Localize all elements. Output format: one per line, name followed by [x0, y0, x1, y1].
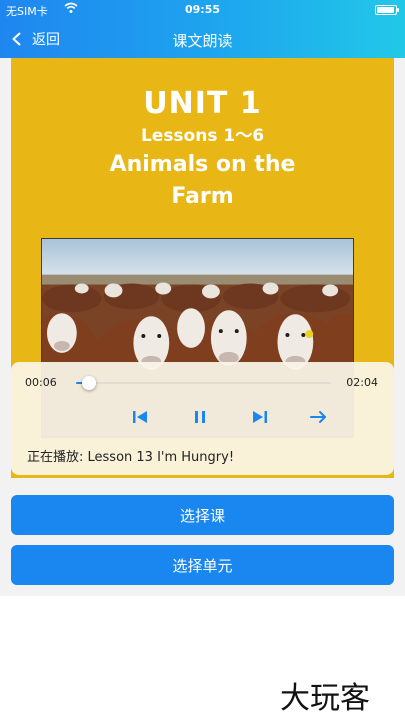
current-time: 00:06	[25, 376, 57, 389]
now-playing: 正在播放: Lesson 13 I'm Hungry!	[27, 450, 235, 465]
select-lesson-button[interactable]: 选择课	[11, 495, 394, 535]
duration-time: 02:04	[346, 376, 378, 389]
select-unit-button[interactable]: 选择单元	[11, 545, 394, 585]
loop-button[interactable]	[308, 406, 330, 428]
next-icon	[253, 411, 267, 423]
progress-slider[interactable]	[76, 376, 331, 390]
cover-title-line2: Farm	[171, 184, 234, 209]
navigation-bar: 返回 课文朗读	[0, 20, 405, 58]
pause-icon	[195, 411, 205, 423]
loop-arrow-icon	[310, 411, 326, 423]
slider-thumb[interactable]	[81, 376, 96, 390]
battery-level	[377, 7, 394, 13]
pause-button[interactable]	[189, 406, 211, 428]
cover-lessons: Lessons 1～6	[140, 126, 265, 146]
audio-player: 00:06 02:04 正在播放: Lesson 13 I'm Hungry!	[11, 362, 394, 475]
status-bar: 无SIM卡 09:55	[0, 0, 405, 20]
previous-button[interactable]	[129, 406, 151, 428]
page-title: 课文朗读	[172, 32, 233, 50]
next-button[interactable]	[249, 406, 271, 428]
cover-unit: UNIT 1	[143, 86, 262, 121]
battery-icon	[375, 5, 399, 15]
cover-title-line1: Animals on the	[109, 152, 296, 177]
previous-icon	[133, 411, 147, 423]
app-screen: 无SIM卡 09:55 返回 课文朗读 UNIT 1 Lessons 1～6 A…	[0, 0, 405, 720]
watermark-logo: 大玩客	[280, 681, 370, 716]
top-header: 无SIM卡 09:55 返回 课文朗读	[0, 0, 405, 58]
status-time: 09:55	[184, 3, 220, 16]
